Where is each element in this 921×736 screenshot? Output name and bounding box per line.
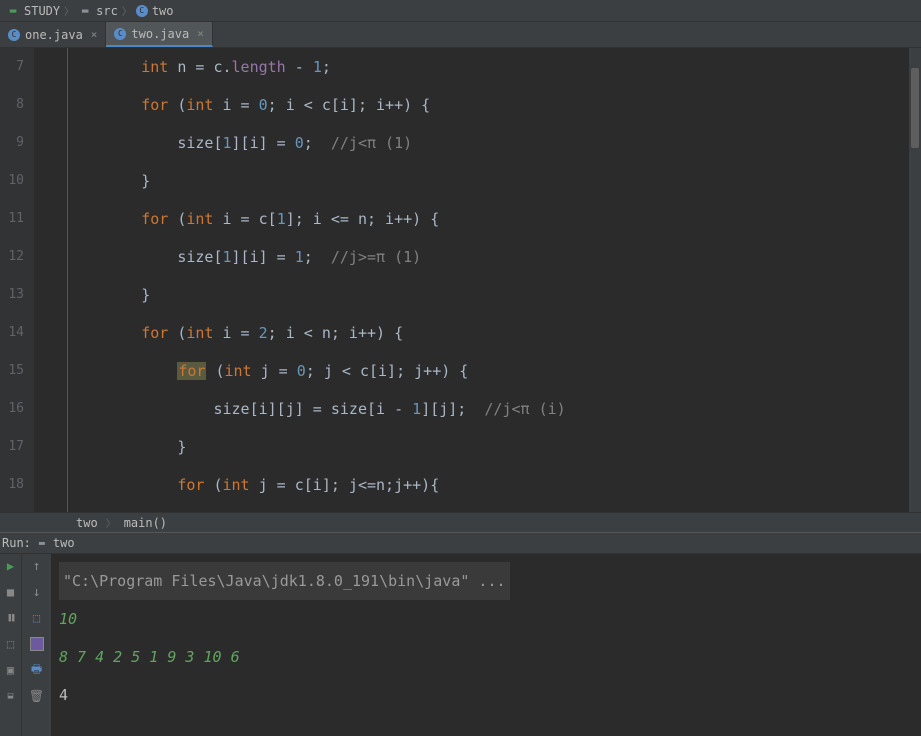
java-class-icon: C xyxy=(136,5,148,17)
trash-icon[interactable]: 🗑 xyxy=(29,688,45,704)
line-number: 16 xyxy=(0,390,24,428)
code-line-14[interactable]: for (int i = 2; i < n; i++) { xyxy=(78,314,921,352)
layout-icon[interactable]: ⬓ xyxy=(3,688,19,704)
folder-icon: ▬ xyxy=(78,4,92,18)
run-config-name[interactable]: two xyxy=(53,536,75,550)
rerun-icon[interactable]: ▶ xyxy=(3,558,19,574)
line-number: 11 xyxy=(0,200,24,238)
code-line-10[interactable]: } xyxy=(78,162,921,200)
code-line-9[interactable]: size[1][i] = 0; //j<π (1) xyxy=(78,124,921,162)
scrollbar-thumb[interactable] xyxy=(911,68,919,148)
breadcrumb-label: two xyxy=(152,4,174,18)
line-number: 8 xyxy=(0,86,24,124)
close-icon[interactable]: × xyxy=(88,28,98,41)
breadcrumb-label: src xyxy=(96,4,118,18)
console-input-line: 10 xyxy=(59,600,913,638)
code-area[interactable]: int n = c.length - 1; for (int i = 0; i … xyxy=(68,48,921,512)
chevron-right-icon: 〉 xyxy=(64,3,74,18)
code-line-12[interactable]: size[1][i] = 1; //j>=π (1) xyxy=(78,238,921,276)
run-config-icon: ▬ xyxy=(35,536,49,550)
chevron-right-icon: 〉 xyxy=(122,3,132,18)
up-arrow-icon[interactable]: ↑ xyxy=(29,558,45,574)
tab-one-java[interactable]: C one.java × xyxy=(0,22,106,47)
line-number: 18 xyxy=(0,466,24,504)
fold-column xyxy=(34,48,68,512)
code-line-17[interactable]: } xyxy=(78,428,921,466)
pause-icon[interactable]: ❚❚ xyxy=(3,610,19,626)
line-number: 15 xyxy=(0,352,24,390)
code-line-11[interactable]: for (int i = c[1]; i <= n; i++) { xyxy=(78,200,921,238)
console: ▶ ■ ❚❚ ⬚ ▣ ⬓ ↑ ↓ ⬚ 🖶 🗑 "C:\Program Files… xyxy=(0,554,921,736)
code-line-13[interactable]: } xyxy=(78,276,921,314)
tab-label: one.java xyxy=(25,28,83,42)
close-icon[interactable]: × xyxy=(194,27,204,40)
context-item[interactable]: two xyxy=(76,516,98,530)
breadcrumb-class[interactable]: C two xyxy=(136,4,174,18)
stop-icon[interactable]: ■ xyxy=(3,584,19,600)
console-input-line: 8 7 4 2 5 1 9 3 10 6 xyxy=(59,638,913,676)
console-output[interactable]: "C:\Program Files\Java\jdk1.8.0_191\bin\… xyxy=(51,554,921,736)
exit-icon[interactable]: ⬚ xyxy=(3,636,19,652)
wrap-icon[interactable]: ⬚ xyxy=(29,610,45,626)
context-bar: two 〉 main() xyxy=(0,512,921,532)
editor[interactable]: 7 8 9 10 11 12 13 14 15 16 17 18 int n =… xyxy=(0,48,921,512)
print-icon[interactable]: 🖶 xyxy=(29,662,45,678)
tab-two-java[interactable]: C two.java × xyxy=(106,22,212,47)
run-label: Run: xyxy=(2,536,31,550)
tab-label: two.java xyxy=(131,27,189,41)
code-line-7[interactable]: int n = c.length - 1; xyxy=(78,48,921,86)
code-line-18[interactable]: for (int j = c[i]; j<=n;j++){ xyxy=(78,466,921,504)
run-tool-header: Run: ▬ two xyxy=(0,532,921,554)
editor-tabs: C one.java × C two.java × xyxy=(0,22,921,48)
java-class-icon: C xyxy=(8,29,20,41)
run-toolbar-right: ↑ ↓ ⬚ 🖶 🗑 xyxy=(21,554,51,736)
code-line-16[interactable]: size[i][j] = size[i - 1][j]; //j<π (i) xyxy=(78,390,921,428)
line-number: 9 xyxy=(0,124,24,162)
line-gutter: 7 8 9 10 11 12 13 14 15 16 17 18 xyxy=(0,48,34,512)
line-number: 12 xyxy=(0,238,24,276)
line-number: 13 xyxy=(0,276,24,314)
breadcrumb-project[interactable]: ▬ STUDY xyxy=(6,4,60,18)
run-toolbar-left: ▶ ■ ❚❚ ⬚ ▣ ⬓ xyxy=(0,554,21,736)
breadcrumb-label: STUDY xyxy=(24,4,60,18)
breadcrumb-folder[interactable]: ▬ src xyxy=(78,4,118,18)
scroll-icon[interactable] xyxy=(29,636,45,652)
down-arrow-icon[interactable]: ↓ xyxy=(29,584,45,600)
breadcrumb: ▬ STUDY 〉 ▬ src 〉 C two xyxy=(0,0,921,22)
console-output-line: 4 xyxy=(59,676,913,714)
java-class-icon: C xyxy=(114,28,126,40)
code-line-15[interactable]: for (int j = 0; j < c[i]; j++) { xyxy=(78,352,921,390)
line-number: 17 xyxy=(0,428,24,466)
vertical-scrollbar[interactable] xyxy=(909,48,921,512)
chevron-right-icon: 〉 xyxy=(106,515,116,530)
dump-icon[interactable]: ▣ xyxy=(3,662,19,678)
console-command: "C:\Program Files\Java\jdk1.8.0_191\bin\… xyxy=(59,562,510,600)
line-number: 7 xyxy=(0,48,24,86)
line-number: 10 xyxy=(0,162,24,200)
context-item[interactable]: main() xyxy=(124,516,167,530)
project-icon: ▬ xyxy=(6,4,20,18)
line-number: 14 xyxy=(0,314,24,352)
code-line-8[interactable]: for (int i = 0; i < c[i]; i++) { xyxy=(78,86,921,124)
